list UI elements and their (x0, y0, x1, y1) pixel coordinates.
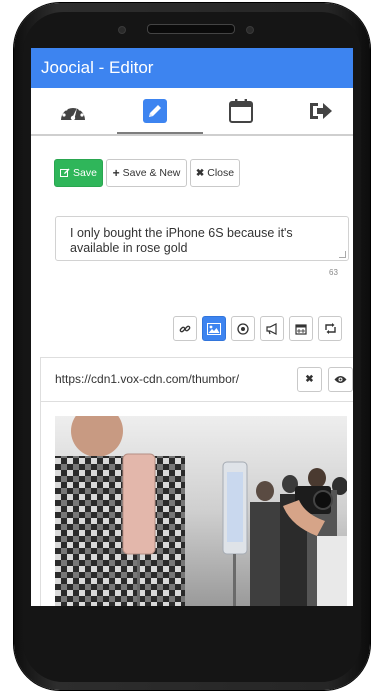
app-bar: Joocial - Editor (31, 48, 353, 88)
preview-image-button[interactable] (328, 367, 353, 392)
save-button[interactable]: Save (54, 159, 103, 187)
link-icon (179, 325, 191, 332)
message-text: I only bought the iPhone 6S because it's… (70, 226, 293, 255)
image-url-row: https://cdn1.vox-cdn.com/thumbor/ ✖ (40, 357, 353, 402)
app-title: Joocial - Editor (41, 58, 154, 77)
close-icon: ✖ (195, 167, 205, 179)
tab-editor[interactable] (115, 88, 195, 134)
image-icon (207, 322, 221, 335)
close-label: Close (207, 167, 235, 179)
earpiece-speaker (147, 24, 235, 34)
target-icon (237, 322, 249, 335)
schedule-button[interactable] (289, 316, 313, 341)
save-and-new-button[interactable]: + Save & New (106, 159, 187, 187)
calendar-icon (295, 323, 307, 335)
pencil-icon (143, 99, 167, 123)
dashboard-icon (61, 104, 85, 121)
megaphone-button[interactable] (260, 316, 284, 341)
sensor-dot (246, 26, 254, 34)
phone-screen: Joocial - Editor Save + Save & New ✖ Clo… (31, 48, 353, 606)
image-preview (55, 416, 347, 606)
target-button[interactable] (231, 316, 255, 341)
tab-calendar[interactable] (201, 88, 281, 134)
tab-logout[interactable] (281, 88, 353, 134)
repeat-button[interactable] (318, 316, 342, 341)
image-url: https://cdn1.vox-cdn.com/thumbor/ (55, 372, 240, 386)
logout-icon (310, 103, 332, 119)
calendar-icon (229, 99, 253, 123)
image-button[interactable] (202, 316, 226, 341)
message-textarea[interactable]: I only bought the iPhone 6S because it's… (55, 216, 349, 261)
edit-icon (60, 168, 70, 177)
remove-image-button[interactable]: ✖ (297, 367, 322, 392)
retweet-icon (324, 323, 336, 334)
link-button[interactable] (173, 316, 197, 341)
iphone-photo-image (55, 416, 347, 606)
save-and-new-label: Save & New (122, 167, 181, 179)
tab-bar (31, 88, 353, 136)
active-tab-indicator (117, 132, 203, 134)
save-label: Save (73, 167, 97, 179)
plus-icon: + (112, 166, 120, 180)
front-camera-icon (118, 26, 126, 34)
close-button[interactable]: ✖ Close (190, 159, 240, 187)
tab-dashboard[interactable] (33, 88, 113, 134)
eye-icon (334, 376, 347, 383)
close-icon: ✖ (305, 374, 314, 385)
resize-handle[interactable] (339, 251, 346, 258)
character-count: 63 (329, 268, 338, 277)
megaphone-icon (265, 322, 277, 335)
